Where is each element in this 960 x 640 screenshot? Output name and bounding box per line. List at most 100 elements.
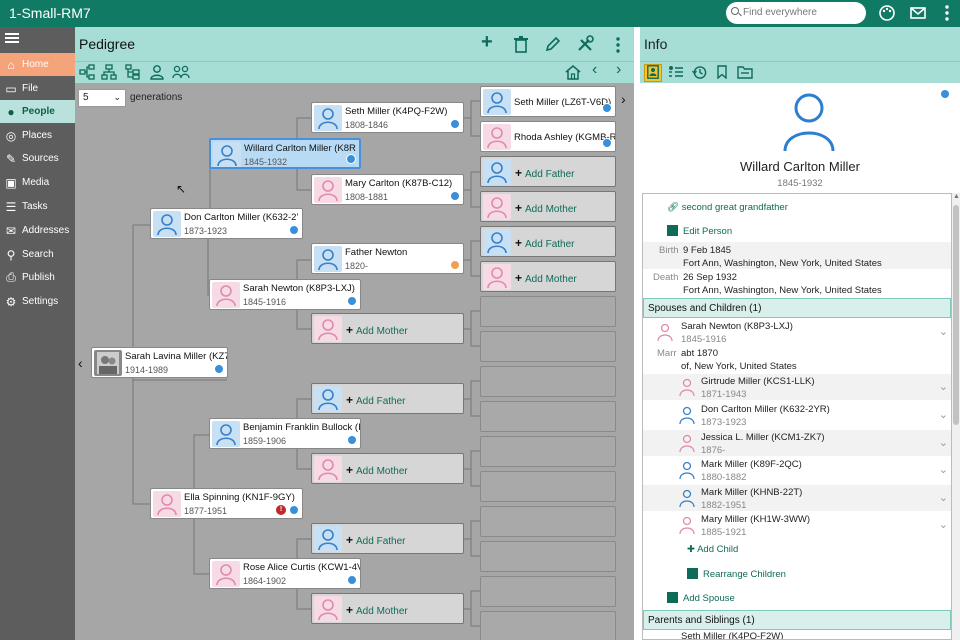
sidebar-item-search[interactable]: ⚲ Search xyxy=(0,243,75,266)
warning-icon[interactable]: ! xyxy=(276,505,286,515)
child-row[interactable]: Mark Miller (K89F-2QC) 1880-1882 ⌄ xyxy=(643,457,951,483)
chevron-down-icon[interactable]: ⌄ xyxy=(939,463,948,476)
list-icon[interactable] xyxy=(667,65,685,81)
couple-view-icon[interactable] xyxy=(172,64,190,82)
scrollbar-thumb[interactable] xyxy=(953,205,959,425)
palette-icon[interactable] xyxy=(878,4,896,27)
familysearch-icon[interactable] xyxy=(289,505,299,515)
sidebar-item-home[interactable]: ⌂ Home xyxy=(0,53,75,76)
familysearch-icon[interactable] xyxy=(347,435,357,445)
mail-icon[interactable] xyxy=(909,4,927,27)
edit-icon[interactable] xyxy=(545,36,561,54)
chevron-down-icon[interactable]: ⌄ xyxy=(939,436,948,449)
hamburger-menu-icon[interactable] xyxy=(5,33,19,35)
add-mother-card[interactable]: + Add Mother xyxy=(311,593,464,624)
death-fact-row[interactable]: Death 26 Sep 1932 Fort Ann, Washington, … xyxy=(643,270,951,297)
tools-icon[interactable] xyxy=(576,35,594,55)
navigate-right-icon[interactable]: › xyxy=(621,91,626,107)
familysearch-icon[interactable] xyxy=(347,296,357,306)
birth-fact-row[interactable]: Birth 9 Feb 1845 Fort Ann, Washington, N… xyxy=(643,242,951,269)
familysearch-icon[interactable] xyxy=(940,89,950,99)
person-view-icon[interactable] xyxy=(149,64,165,82)
spouses-section-header[interactable]: Spouses and Children (1) xyxy=(643,298,951,318)
sidebar-item-tasks[interactable]: ☰ Tasks xyxy=(0,195,75,218)
child-row[interactable]: Girtrude Miller (KCS1-LLK) 1871-1943 ⌄ xyxy=(643,374,951,400)
home-icon[interactable] xyxy=(564,64,582,82)
sidebar-item-publish[interactable]: ⎙ Publish xyxy=(0,266,75,289)
add-mother-card[interactable]: + Add Mother xyxy=(311,313,464,344)
familysearch-icon[interactable] xyxy=(346,154,356,164)
relationship-row[interactable]: 🔗︎ second great grandfather xyxy=(667,202,951,213)
familysearch-icon[interactable] xyxy=(289,225,299,235)
folder-icon[interactable] xyxy=(736,65,754,81)
edit-person-button[interactable]: Edit Person xyxy=(667,225,951,237)
more-vertical-icon[interactable] xyxy=(615,36,621,56)
chevron-down-icon[interactable]: ⌄ xyxy=(939,408,948,421)
person-card-mother[interactable]: Ella Spinning (KN1F-9GY) 1877-1951 ! xyxy=(150,488,303,519)
marriage-row[interactable]: Marr abt 1870 of, New York, United State… xyxy=(643,346,951,372)
navigate-left-icon[interactable]: ‹ xyxy=(78,355,83,371)
back-arrow-icon[interactable]: ‹ xyxy=(592,62,597,78)
info-scrollbar[interactable]: ▲ xyxy=(952,193,960,640)
familysearch-icon[interactable] xyxy=(450,119,460,129)
add-father-card[interactable]: + Add Father xyxy=(311,523,464,554)
forward-arrow-icon[interactable]: › xyxy=(616,62,621,78)
familysearch-icon[interactable] xyxy=(347,575,357,585)
chevron-down-icon[interactable]: ⌄ xyxy=(939,491,948,504)
search-input[interactable]: Find everywhere xyxy=(726,2,866,24)
person-card[interactable]: Rhoda Ashley (KGMB-R xyxy=(480,121,616,152)
familysearch-icon[interactable] xyxy=(450,260,460,270)
person-card[interactable]: Mary Carlton (K87B-C12) 1808-1881 xyxy=(311,174,464,205)
familysearch-icon[interactable] xyxy=(450,191,460,201)
bookmark-icon[interactable] xyxy=(713,65,731,81)
chevron-down-icon[interactable]: ⌄ xyxy=(939,380,948,393)
more-vertical-icon[interactable] xyxy=(944,4,950,27)
delete-icon[interactable] xyxy=(513,36,529,55)
add-father-card[interactable]: + Add Father xyxy=(480,156,616,187)
add-father-card[interactable]: + Add Father xyxy=(311,383,464,414)
child-row[interactable]: Jessica L. Miller (KCM1-ZK7) 1876- ⌄ xyxy=(643,430,951,456)
sidebar-item-sources[interactable]: ✎ Sources xyxy=(0,147,75,170)
child-row[interactable]: Mark Miller (KHNB-22T) 1882-1951 ⌄ xyxy=(643,485,951,511)
familysearch-icon[interactable] xyxy=(602,103,612,113)
sidebar-item-media[interactable]: ▣ Media xyxy=(0,171,75,194)
child-row[interactable]: Mary Miller (KH1W-3WW) 1885-1921 ⌄ xyxy=(643,512,951,538)
person-card[interactable]: Benjamin Franklin Bullock (I 1859-1906 xyxy=(209,418,361,449)
pedigree-view-icon[interactable] xyxy=(79,64,95,82)
descendants-view-icon[interactable] xyxy=(101,64,117,82)
sidebar-item-settings[interactable]: ⚙ Settings xyxy=(0,290,75,313)
add-spouse-button[interactable]: Add Spouse xyxy=(667,592,951,604)
chevron-down-icon[interactable]: ⌄ xyxy=(939,518,948,531)
add-icon[interactable]: + xyxy=(481,32,493,52)
person-card[interactable]: Sarah Newton (K8P3-LXJ) 1845-1916 xyxy=(209,279,361,310)
add-father-card[interactable]: + Add Father xyxy=(480,226,616,257)
sidebar-item-places[interactable]: ◎ Places xyxy=(0,124,75,147)
person-card-selected[interactable]: Willard Carlton Miller (K8R 1845-1932 xyxy=(209,138,361,169)
chevron-down-icon[interactable]: ⌄ xyxy=(939,325,948,338)
generations-select[interactable]: 5 ⌄ xyxy=(78,89,126,107)
parent-row[interactable]: Seth Miller (K4PQ-F2W) xyxy=(681,631,951,639)
person-card[interactable]: Seth Miller (LZ6T-V6D) xyxy=(480,86,616,117)
child-row[interactable]: Don Carlton Miller (K632-2YR) 1873-1923 … xyxy=(643,402,951,428)
add-mother-card[interactable]: + Add Mother xyxy=(311,453,464,484)
person-card[interactable]: Rose Alice Curtis (KCW1-4V 1864-1902 xyxy=(209,558,361,589)
sidebar-item-addresses[interactable]: ✉ Addresses xyxy=(0,219,75,242)
sidebar-item-people[interactable]: ● People xyxy=(0,100,75,123)
add-child-button[interactable]: ✚ Add Child xyxy=(687,544,951,555)
person-card[interactable]: Seth Miller (K4PQ-F2W) 1808-1846 xyxy=(311,102,464,133)
person-card-root[interactable]: Sarah Lavina Miller (KZ7 1914-1989 xyxy=(91,347,228,378)
person-card-icon[interactable] xyxy=(644,64,662,82)
parents-section-header[interactable]: Parents and Siblings (1) xyxy=(643,610,951,630)
person-card[interactable]: Father Newton 1820- xyxy=(311,243,464,274)
rearrange-children-button[interactable]: Rearrange Children xyxy=(687,568,951,580)
scroll-up-icon[interactable]: ▲ xyxy=(953,193,960,200)
sidebar-item-file[interactable]: ▭ File xyxy=(0,77,75,100)
family-view-icon[interactable] xyxy=(125,64,141,82)
spouse-row[interactable]: Sarah Newton (K8P3-LXJ) 1845-1916 ⌄ xyxy=(643,319,951,345)
add-mother-card[interactable]: + Add Mother xyxy=(480,261,616,292)
add-mother-card[interactable]: + Add Mother xyxy=(480,191,616,222)
person-card-father[interactable]: Don Carlton Miller (K632-2’ 1873-1923 xyxy=(150,208,303,239)
familysearch-icon[interactable] xyxy=(602,138,612,148)
familysearch-icon[interactable] xyxy=(214,364,224,374)
history-icon[interactable] xyxy=(690,65,708,81)
